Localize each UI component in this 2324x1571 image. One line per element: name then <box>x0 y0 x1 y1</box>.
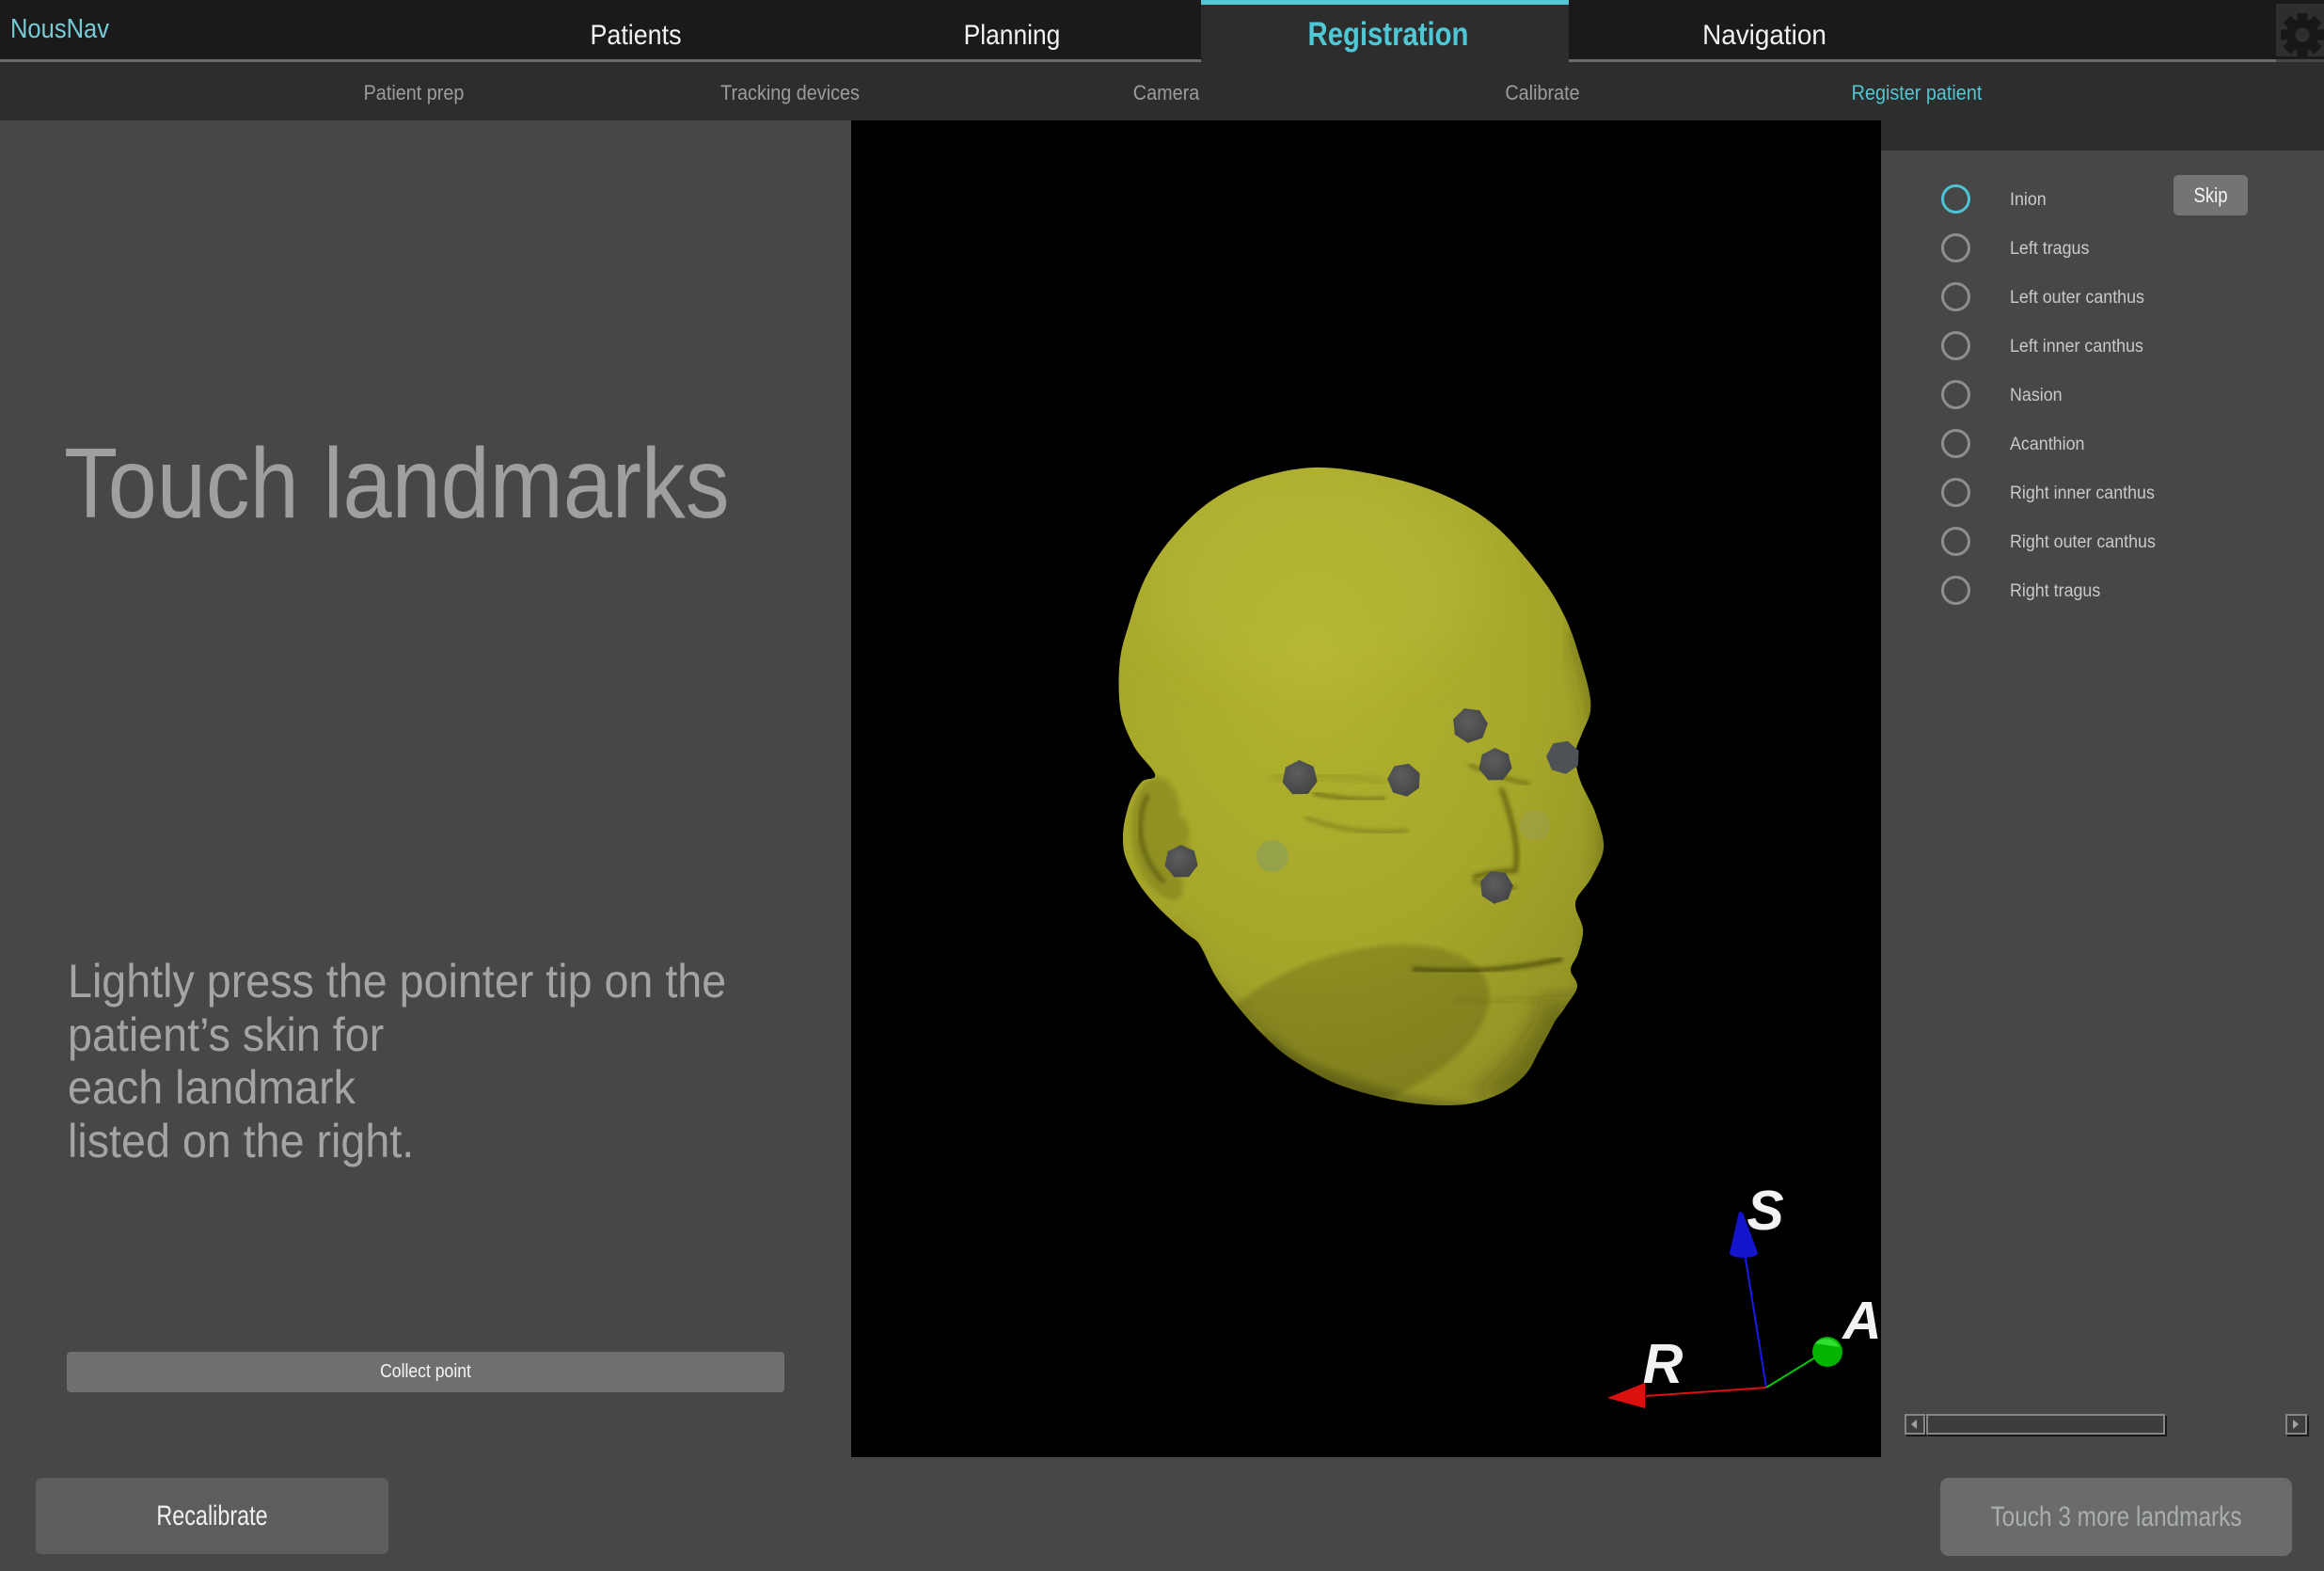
svg-text:S: S <box>1747 1180 1783 1242</box>
svg-text:R: R <box>1643 1333 1684 1395</box>
svg-text:A: A <box>1841 1291 1881 1351</box>
